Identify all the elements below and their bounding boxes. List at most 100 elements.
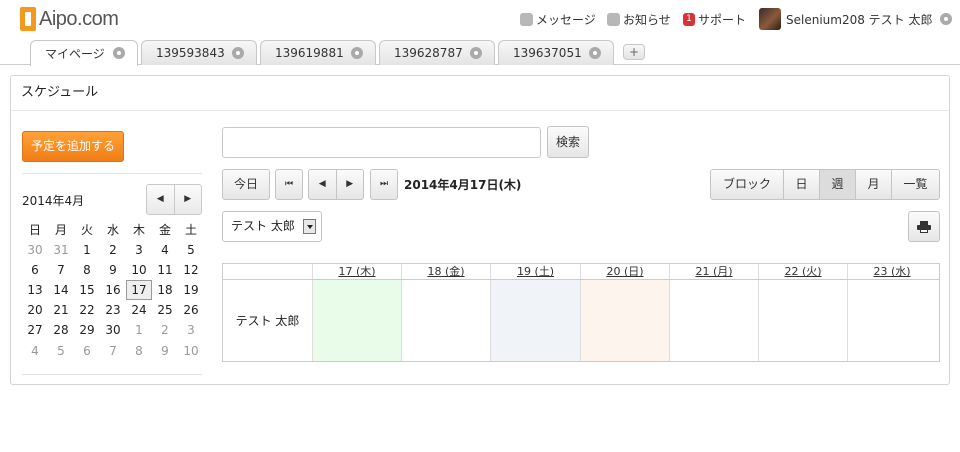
mini-calendar-day[interactable]: 4 bbox=[152, 240, 178, 260]
week-day-header[interactable]: 23 (水) bbox=[847, 264, 936, 279]
week-day-header[interactable]: 19 (土) bbox=[490, 264, 580, 279]
mini-calendar-day[interactable]: 30 bbox=[22, 240, 48, 260]
mini-calendar-day[interactable]: 8 bbox=[126, 341, 152, 361]
view-block-button[interactable]: ブロック bbox=[711, 170, 783, 199]
nav-support[interactable]: 1 サポート bbox=[683, 10, 746, 28]
mini-calendar-day[interactable]: 5 bbox=[48, 341, 74, 361]
weekday-header: 水 bbox=[106, 223, 119, 237]
mini-calendar-day[interactable]: 25 bbox=[152, 300, 178, 320]
mini-calendar-day[interactable]: 3 bbox=[178, 320, 204, 340]
mini-calendar-day[interactable]: 30 bbox=[100, 320, 126, 340]
mini-calendar-day[interactable]: 7 bbox=[100, 341, 126, 361]
mini-calendar-day[interactable]: 21 bbox=[48, 300, 74, 320]
mini-calendar-day[interactable]: 28 bbox=[48, 320, 74, 340]
mini-calendar-day[interactable]: 3 bbox=[126, 240, 152, 260]
next-week-button[interactable]: ▶ bbox=[335, 170, 364, 199]
mini-calendar-day[interactable]: 27 bbox=[22, 320, 48, 340]
tab-mypage[interactable]: マイページ bbox=[30, 40, 138, 66]
search-input[interactable] bbox=[222, 127, 541, 158]
week-header-row: 17 (木) 18 (金) 19 (土) 20 (日) 21 (月) 22 (火) 23 (… bbox=[223, 264, 939, 280]
mini-calendar-day[interactable]: 22 bbox=[74, 300, 100, 320]
tab-gear-icon[interactable] bbox=[351, 47, 363, 59]
mini-calendar-day[interactable]: 5 bbox=[178, 240, 204, 260]
add-tab-button[interactable]: + bbox=[623, 44, 645, 60]
week-day-header[interactable]: 22 (火) bbox=[758, 264, 847, 279]
week-day-cell[interactable] bbox=[669, 280, 758, 361]
view-day-button[interactable]: 日 bbox=[783, 170, 819, 199]
print-button[interactable] bbox=[908, 211, 940, 242]
mini-calendar-day[interactable]: 10 bbox=[178, 341, 204, 361]
search-button[interactable]: 検索 bbox=[547, 126, 589, 158]
week-day-header[interactable]: 21 (月) bbox=[669, 264, 758, 279]
mini-calendar-day[interactable]: 7 bbox=[48, 260, 74, 280]
tab-gear-icon[interactable] bbox=[470, 47, 482, 59]
mini-calendar-day[interactable]: 12 bbox=[178, 260, 204, 280]
week-day-cell[interactable] bbox=[758, 280, 847, 361]
tab-139628787[interactable]: 139628787 bbox=[379, 40, 495, 65]
week-day-cell[interactable] bbox=[490, 280, 580, 361]
week-day-cell[interactable] bbox=[401, 280, 490, 361]
mini-calendar-day[interactable]: 11 bbox=[152, 260, 178, 280]
week-day-cell[interactable] bbox=[312, 280, 401, 361]
user-settings-gear-icon[interactable] bbox=[939, 13, 952, 25]
week-day-cell[interactable] bbox=[580, 280, 669, 361]
mini-calendar-day[interactable]: 15 bbox=[74, 280, 100, 300]
tab-139637051[interactable]: 139637051 bbox=[498, 40, 614, 65]
view-month-button[interactable]: 月 bbox=[855, 170, 891, 199]
view-week-button[interactable]: 週 bbox=[819, 170, 855, 199]
mini-calendar-day[interactable]: 18 bbox=[152, 280, 178, 300]
view-list-button[interactable]: 一覧 bbox=[891, 170, 939, 199]
mini-calendar-day[interactable]: 24 bbox=[126, 300, 152, 320]
mini-calendar-day[interactable]: 20 bbox=[22, 300, 48, 320]
user-menu[interactable]: Selenium208 テスト 太郎 bbox=[759, 8, 952, 30]
chevron-down-icon bbox=[303, 219, 316, 234]
mini-calendar-day[interactable]: 23 bbox=[100, 300, 126, 320]
nav-notices[interactable]: お知らせ bbox=[607, 10, 671, 28]
nav-notices-label: お知らせ bbox=[623, 12, 671, 27]
week-day-header[interactable]: 20 (日) bbox=[580, 264, 669, 279]
prev-week-button[interactable]: ◀ bbox=[309, 170, 336, 199]
nav-messages[interactable]: メッセージ bbox=[520, 10, 596, 28]
first-page-button[interactable]: ⏮ bbox=[275, 169, 303, 200]
mini-calendar-day[interactable]: 4 bbox=[22, 341, 48, 361]
logo-text: Aipo.com bbox=[39, 7, 119, 30]
mini-calendar-day[interactable]: 8 bbox=[74, 260, 100, 280]
mini-calendar-day[interactable]: 31 bbox=[48, 240, 74, 260]
week-day-cell[interactable] bbox=[847, 280, 936, 361]
week-day-header[interactable]: 17 (木) bbox=[312, 264, 401, 279]
mini-calendar-day[interactable]: 1 bbox=[126, 320, 152, 340]
mini-calendar-day[interactable]: 29 bbox=[74, 320, 100, 340]
logo[interactable]: Aipo.com bbox=[20, 7, 119, 31]
last-page-button[interactable]: ⏭ bbox=[370, 169, 398, 200]
mini-prev-month-button[interactable]: ◀ bbox=[147, 185, 174, 214]
schedule-panel: スケジュール 予定を追加する 2014年4月 ◀ ▶ 日月火水木金土 30 31 1 2… bbox=[10, 75, 950, 385]
mini-calendar-day[interactable]: 2 bbox=[152, 320, 178, 340]
user-select[interactable]: テスト 太郎 bbox=[222, 211, 322, 242]
mini-calendar-day[interactable]: 14 bbox=[48, 280, 74, 300]
mini-calendar-day[interactable]: 13 bbox=[22, 280, 48, 300]
tab-gear-icon[interactable] bbox=[232, 47, 244, 59]
mini-calendar-day[interactable]: 19 bbox=[178, 280, 204, 300]
mini-calendar-day[interactable]: 10 bbox=[126, 260, 152, 280]
mini-calendar-day[interactable]: 2 bbox=[100, 240, 126, 260]
mini-next-month-button[interactable]: ▶ bbox=[173, 185, 202, 214]
mini-calendar-day[interactable]: 26 bbox=[178, 300, 204, 320]
mini-calendar-day-today[interactable]: 17 bbox=[126, 280, 152, 301]
week-day-header[interactable]: 18 (金) bbox=[401, 264, 490, 279]
mini-calendar-day[interactable]: 6 bbox=[74, 341, 100, 361]
mini-calendar-day[interactable]: 9 bbox=[152, 341, 178, 361]
weekday-header: 金 bbox=[158, 223, 171, 237]
mini-calendar-day[interactable]: 1 bbox=[74, 240, 100, 260]
mini-calendar-day[interactable]: 9 bbox=[100, 260, 126, 280]
mini-calendar-day[interactable]: 16 bbox=[100, 280, 126, 300]
tab-gear-icon[interactable] bbox=[113, 47, 125, 59]
today-button[interactable]: 今日 bbox=[222, 169, 270, 200]
mini-calendar-day[interactable]: 6 bbox=[22, 260, 48, 280]
add-schedule-button[interactable]: 予定を追加する bbox=[22, 131, 124, 162]
notice-icon bbox=[607, 12, 620, 26]
tab-gear-icon[interactable] bbox=[589, 47, 601, 59]
tab-139619881[interactable]: 139619881 bbox=[260, 40, 376, 65]
week-header-corner bbox=[223, 264, 312, 279]
tab-139593843[interactable]: 139593843 bbox=[141, 40, 257, 65]
header: Aipo.com メッセージ お知らせ 1 サポート Selenium208 テ… bbox=[0, 0, 960, 40]
